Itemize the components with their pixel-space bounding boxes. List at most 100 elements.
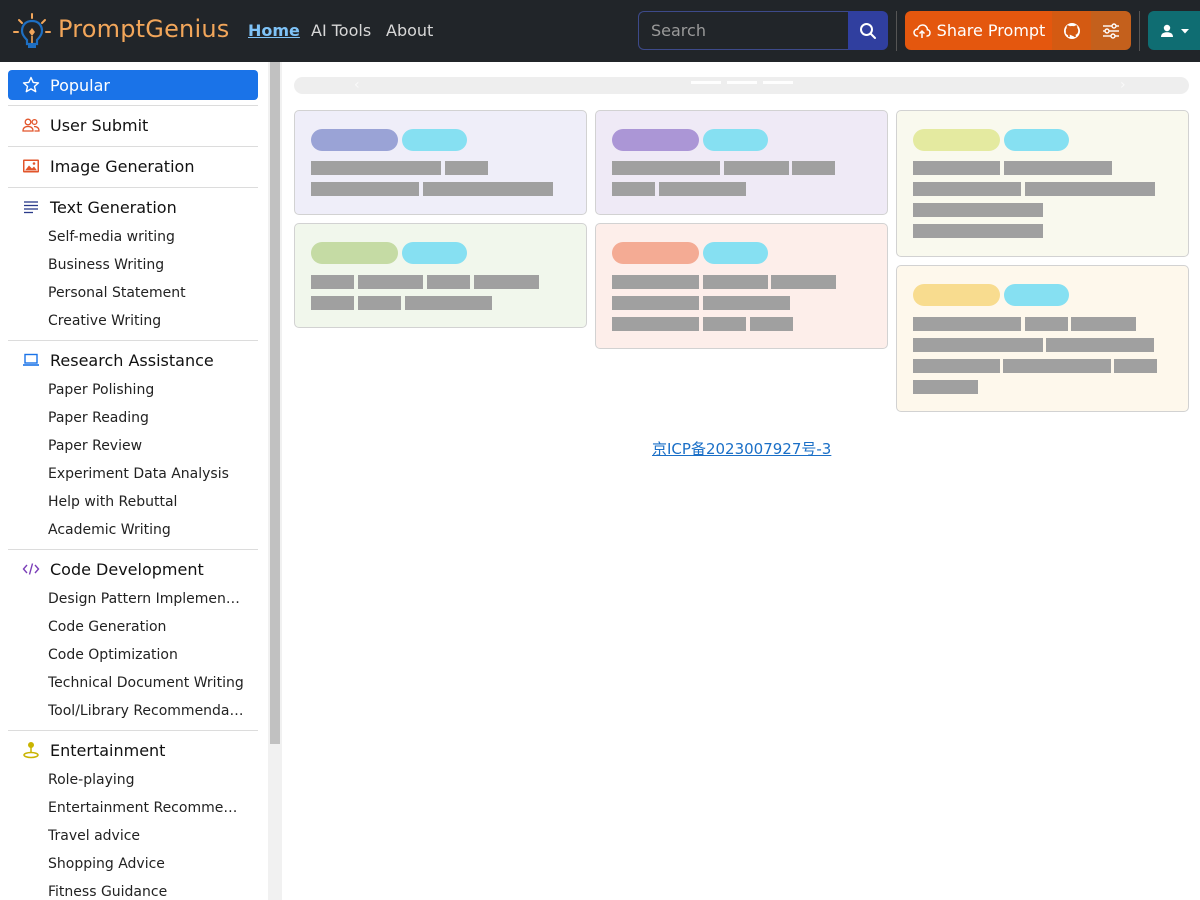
sidebar-item-label: Entertainment	[50, 740, 166, 760]
prompt-card-skeleton[interactable]	[896, 110, 1189, 257]
skeleton-line	[659, 182, 746, 196]
cloud-upload-icon	[912, 23, 931, 38]
sidebar-divider	[8, 549, 258, 550]
skeleton-line	[724, 161, 789, 175]
skeleton-line	[703, 296, 790, 310]
sidebar-subitem-creative-writing[interactable]: Creative Writing	[48, 313, 161, 329]
prompt-card-skeleton[interactable]	[294, 110, 587, 215]
image-icon	[22, 157, 40, 175]
skeleton-line	[750, 317, 793, 331]
carousel-indicator[interactable]	[727, 81, 757, 84]
carousel-indicator[interactable]	[691, 81, 721, 84]
sidebar-subitem-travel-advice[interactable]: Travel advice	[48, 828, 140, 844]
skeleton-line	[612, 296, 699, 310]
sidebar-item-image-generation[interactable]: Image Generation	[8, 151, 258, 181]
nav-home[interactable]: Home	[248, 21, 300, 40]
sidebar-item-code-development[interactable]: Code Development	[8, 554, 258, 584]
sidebar-subitem-paper-reading[interactable]: Paper Reading	[48, 410, 149, 426]
skeleton-line	[445, 161, 488, 175]
sidebar-subitem-business-writing[interactable]: Business Writing	[48, 257, 164, 273]
text-lines-icon	[22, 198, 40, 216]
sidebar-subitem-role-playing[interactable]: Role-playing	[48, 772, 135, 788]
laptop-icon	[22, 351, 40, 369]
brand-name[interactable]: PromptGenius	[58, 15, 229, 43]
sidebar-item-popular[interactable]: Popular	[8, 70, 258, 100]
sidebar-divider	[8, 146, 258, 147]
skeleton-tag	[1004, 129, 1069, 151]
sidebar-subitem-fitness-guidance[interactable]: Fitness Guidance	[48, 884, 167, 900]
skeleton-line	[913, 161, 1000, 175]
icp-license-link[interactable]: 京ICP备2023007927号-3	[652, 438, 831, 459]
skeleton-tag	[1004, 284, 1069, 306]
sidebar-subitem-experiment-data-analysis[interactable]: Experiment Data Analysis	[48, 466, 229, 482]
sidebar-subitem-code-generation[interactable]: Code Generation	[48, 619, 166, 635]
sidebar-item-user-submit[interactable]: User Submit	[8, 110, 258, 140]
skeleton-line	[405, 296, 492, 310]
sidebar-item-label: Code Development	[50, 559, 204, 579]
star-icon	[22, 76, 40, 94]
skeleton-line	[423, 182, 553, 196]
sidebar-subitem-help-with-rebuttal[interactable]: Help with Rebuttal	[48, 494, 177, 510]
sidebar-item-text-generation[interactable]: Text Generation	[8, 192, 258, 222]
sidebar-divider	[8, 105, 258, 106]
sidebar-item-label: User Submit	[50, 115, 149, 135]
skeleton-line	[703, 317, 746, 331]
skeleton-tag	[402, 129, 467, 151]
sidebar-item-label: Research Assistance	[50, 350, 214, 370]
skeleton-line	[612, 161, 720, 175]
sidebar-item-entertainment[interactable]: Entertainment	[8, 735, 258, 765]
skeleton-line	[913, 380, 978, 394]
carousel-prev-icon[interactable]: ‹	[354, 77, 360, 93]
sidebar-subitem-self-media-writing[interactable]: Self-media writing	[48, 229, 175, 245]
search-icon	[860, 22, 876, 39]
sidebar-subitem-design-pattern[interactable]: Design Pattern Implementa...	[48, 591, 244, 607]
search-button[interactable]	[848, 11, 888, 50]
skeleton-line	[913, 224, 1043, 238]
caret-down-icon	[1181, 28, 1189, 33]
skeleton-line	[1025, 317, 1068, 331]
sidebar-subitem-shopping-advice[interactable]: Shopping Advice	[48, 856, 165, 872]
skeleton-line	[358, 275, 423, 289]
search-input[interactable]	[638, 11, 849, 50]
skeleton-line	[311, 161, 441, 175]
carousel-next-icon[interactable]: ›	[1120, 77, 1126, 93]
sidebar-item-research-assistance[interactable]: Research Assistance	[8, 345, 258, 375]
skeleton-line	[612, 275, 699, 289]
prompt-card-skeleton[interactable]	[595, 110, 888, 215]
github-button[interactable]	[1052, 11, 1092, 50]
skeleton-tag	[311, 129, 398, 151]
nav-about[interactable]: About	[386, 21, 433, 40]
skeleton-line	[1114, 359, 1157, 373]
sidebar-subitem-technical-document-writing[interactable]: Technical Document Writing	[48, 675, 244, 691]
skeleton-line	[913, 359, 1000, 373]
sidebar-subitem-tool-library-recommendation[interactable]: Tool/Library Recommendati...	[48, 703, 244, 719]
prompt-card-skeleton[interactable]	[294, 223, 587, 328]
filter-settings-button[interactable]	[1091, 11, 1131, 50]
sidebar-item-label: Popular	[50, 75, 110, 95]
github-icon	[1064, 22, 1080, 39]
sidebar-scrollbar-thumb[interactable]	[270, 62, 280, 744]
carousel-indicator[interactable]	[763, 81, 793, 84]
share-prompt-button[interactable]: Share Prompt	[905, 11, 1053, 50]
user-menu-button[interactable]	[1148, 11, 1200, 50]
sidebar-subitem-entertainment-recommend[interactable]: Entertainment Recommend...	[48, 800, 244, 816]
carousel-placeholder[interactable]	[294, 77, 1189, 94]
prompt-card-skeleton[interactable]	[896, 265, 1189, 412]
sidebar-subitem-personal-statement[interactable]: Personal Statement	[48, 285, 186, 301]
sidebar-subitem-code-optimization[interactable]: Code Optimization	[48, 647, 178, 663]
joystick-icon	[22, 741, 40, 759]
header-divider	[896, 11, 897, 51]
skeleton-tag	[913, 284, 1000, 306]
skeleton-line	[913, 317, 1021, 331]
sidebar-subitem-academic-writing[interactable]: Academic Writing	[48, 522, 171, 538]
sidebar-subitem-paper-review[interactable]: Paper Review	[48, 438, 142, 454]
nav-ai-tools[interactable]: AI Tools	[311, 21, 371, 40]
skeleton-line	[311, 296, 354, 310]
skeleton-tag	[703, 242, 768, 264]
code-icon	[22, 560, 40, 578]
prompt-card-skeleton[interactable]	[595, 223, 888, 349]
skeleton-tag	[402, 242, 467, 264]
lightbulb-logo-icon[interactable]	[12, 12, 52, 52]
sidebar-subitem-paper-polishing[interactable]: Paper Polishing	[48, 382, 154, 398]
skeleton-tag	[612, 242, 699, 264]
